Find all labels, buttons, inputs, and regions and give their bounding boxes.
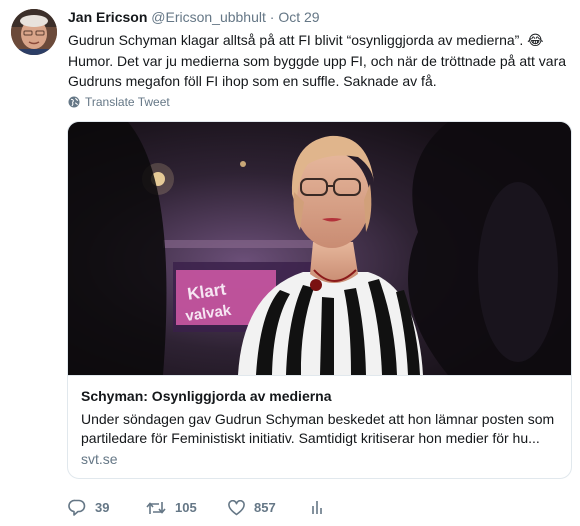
- tweet-header: Jan Ericson @Ericson_ubbhult · Oct 29: [68, 9, 320, 25]
- card-image: Klart valvak: [68, 122, 571, 375]
- card-description-line-1: Under söndagen gav Gudrun Schyman besked…: [81, 411, 555, 427]
- laughing-emoji-icon: 😂: [527, 33, 544, 49]
- avatar[interactable]: [11, 9, 57, 55]
- analytics-button[interactable]: [310, 500, 324, 515]
- card-title[interactable]: Schyman: Osynliggjorda av medierna: [81, 388, 332, 404]
- author-handle[interactable]: @Ericson_ubbhult: [151, 9, 266, 25]
- retweet-button[interactable]: 105: [146, 500, 228, 516]
- author-name[interactable]: Jan Ericson: [68, 9, 147, 25]
- reply-icon: [68, 499, 86, 516]
- card-body: Schyman: Osynliggjorda av medierna Under…: [68, 375, 571, 478]
- card-description-line-2: partiledare för Feministiskt initiativ. …: [81, 430, 540, 446]
- card-description: Under söndagen gav Gudrun Schyman besked…: [81, 410, 559, 448]
- card-domain[interactable]: svt.se: [81, 451, 118, 467]
- avatar-image: [11, 9, 57, 55]
- tweet-text: Gudrun Schyman klagar alltså på att FI b…: [68, 30, 573, 91]
- tweet-date[interactable]: Oct 29: [278, 9, 319, 25]
- like-icon: [228, 499, 245, 515]
- translate-label: Translate Tweet: [85, 95, 170, 109]
- translate-tweet-link[interactable]: Translate Tweet: [68, 95, 170, 109]
- analytics-icon: [312, 501, 322, 514]
- retweet-count: 105: [175, 500, 197, 515]
- link-card[interactable]: Klart valvak Schyman: Osynliggjorda av m…: [67, 121, 572, 479]
- tweet-text-line-2: Humor. Det var ju medierna som byggde up…: [68, 53, 567, 69]
- tweet-text-line-1: Gudrun Schyman klagar alltså på att FI b…: [68, 32, 524, 48]
- tweet-text-line-3: Gudruns megafon föll FI ihop som en suff…: [68, 73, 437, 89]
- reply-button[interactable]: 39: [68, 499, 146, 516]
- tweet-actions: 39 105 857: [68, 499, 324, 516]
- reply-count: 39: [95, 500, 110, 515]
- like-count: 857: [254, 500, 276, 515]
- separator-dot: ·: [269, 9, 275, 25]
- tweet[interactable]: Jan Ericson @Ericson_ubbhult · Oct 29 Gu…: [0, 0, 580, 526]
- retweet-icon: [146, 501, 166, 514]
- like-button[interactable]: 857: [228, 499, 310, 516]
- globe-icon: [68, 96, 80, 108]
